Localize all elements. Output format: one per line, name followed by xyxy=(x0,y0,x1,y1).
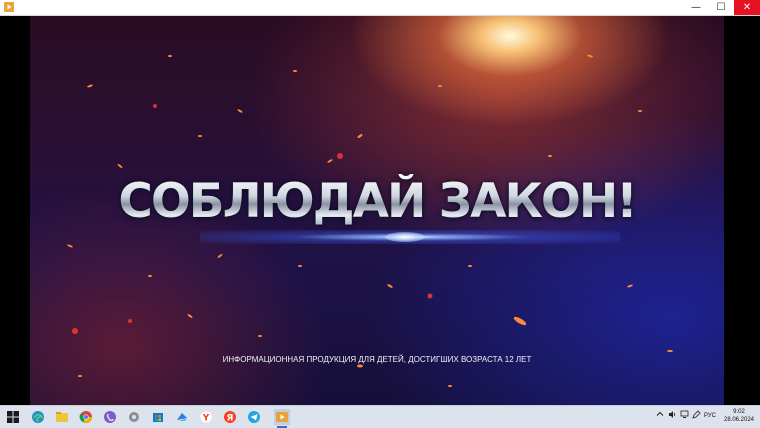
video-frame[interactable]: СОБЛЮДАЙ ЗАКОН! ИНФОРМАЦИОННАЯ ПРОДУКЦИЯ… xyxy=(30,16,724,405)
telegram-icon[interactable] xyxy=(246,409,262,425)
pen-icon[interactable] xyxy=(692,410,701,421)
svg-text:Y: Y xyxy=(202,414,210,424)
edge-icon[interactable] xyxy=(30,409,46,425)
taskbar: Y Я РУС 9:02 28.06.2024 xyxy=(0,405,760,428)
clock-date: 28.06.2024 xyxy=(723,417,755,423)
volume-icon[interactable] xyxy=(668,410,677,421)
viber-icon[interactable] xyxy=(102,409,118,425)
media-player-app-icon xyxy=(4,2,14,12)
maximize-button[interactable]: ☐ xyxy=(709,0,733,15)
language-indicator[interactable]: РУС xyxy=(704,413,716,419)
network-icon[interactable] xyxy=(680,410,689,421)
svg-text:Я: Я xyxy=(227,414,234,424)
yandex-icon[interactable]: Я xyxy=(222,409,238,425)
file-explorer-icon[interactable] xyxy=(54,409,70,425)
windows-start-icon[interactable] xyxy=(6,410,20,424)
lens-flare-core xyxy=(385,232,425,242)
minimize-button[interactable]: — xyxy=(684,0,708,15)
media-player-icon[interactable] xyxy=(274,409,290,428)
toolbox-icon[interactable] xyxy=(126,409,142,425)
window-titlebar: — ☐ ✕ xyxy=(0,0,760,16)
yandex-browser-icon[interactable]: Y xyxy=(198,409,214,425)
video-headline: СОБЛЮДАЙ ЗАКОН! xyxy=(30,174,724,229)
close-button[interactable]: ✕ xyxy=(734,0,760,15)
taskbar-clock[interactable]: 9:02 28.06.2024 xyxy=(722,408,756,424)
app-shortcut-icon[interactable] xyxy=(174,409,190,425)
clock-time: 9:02 xyxy=(733,409,745,415)
store-icon[interactable] xyxy=(150,409,166,425)
age-rating-notice: ИНФОРМАЦИОННАЯ ПРОДУКЦИЯ ДЛЯ ДЕТЕЙ, ДОСТ… xyxy=(222,355,532,364)
chrome-icon[interactable] xyxy=(78,409,94,425)
tray-chevron-up-icon[interactable] xyxy=(656,410,664,420)
video-player[interactable]: СОБЛЮДАЙ ЗАКОН! ИНФОРМАЦИОННАЯ ПРОДУКЦИЯ… xyxy=(0,16,760,405)
